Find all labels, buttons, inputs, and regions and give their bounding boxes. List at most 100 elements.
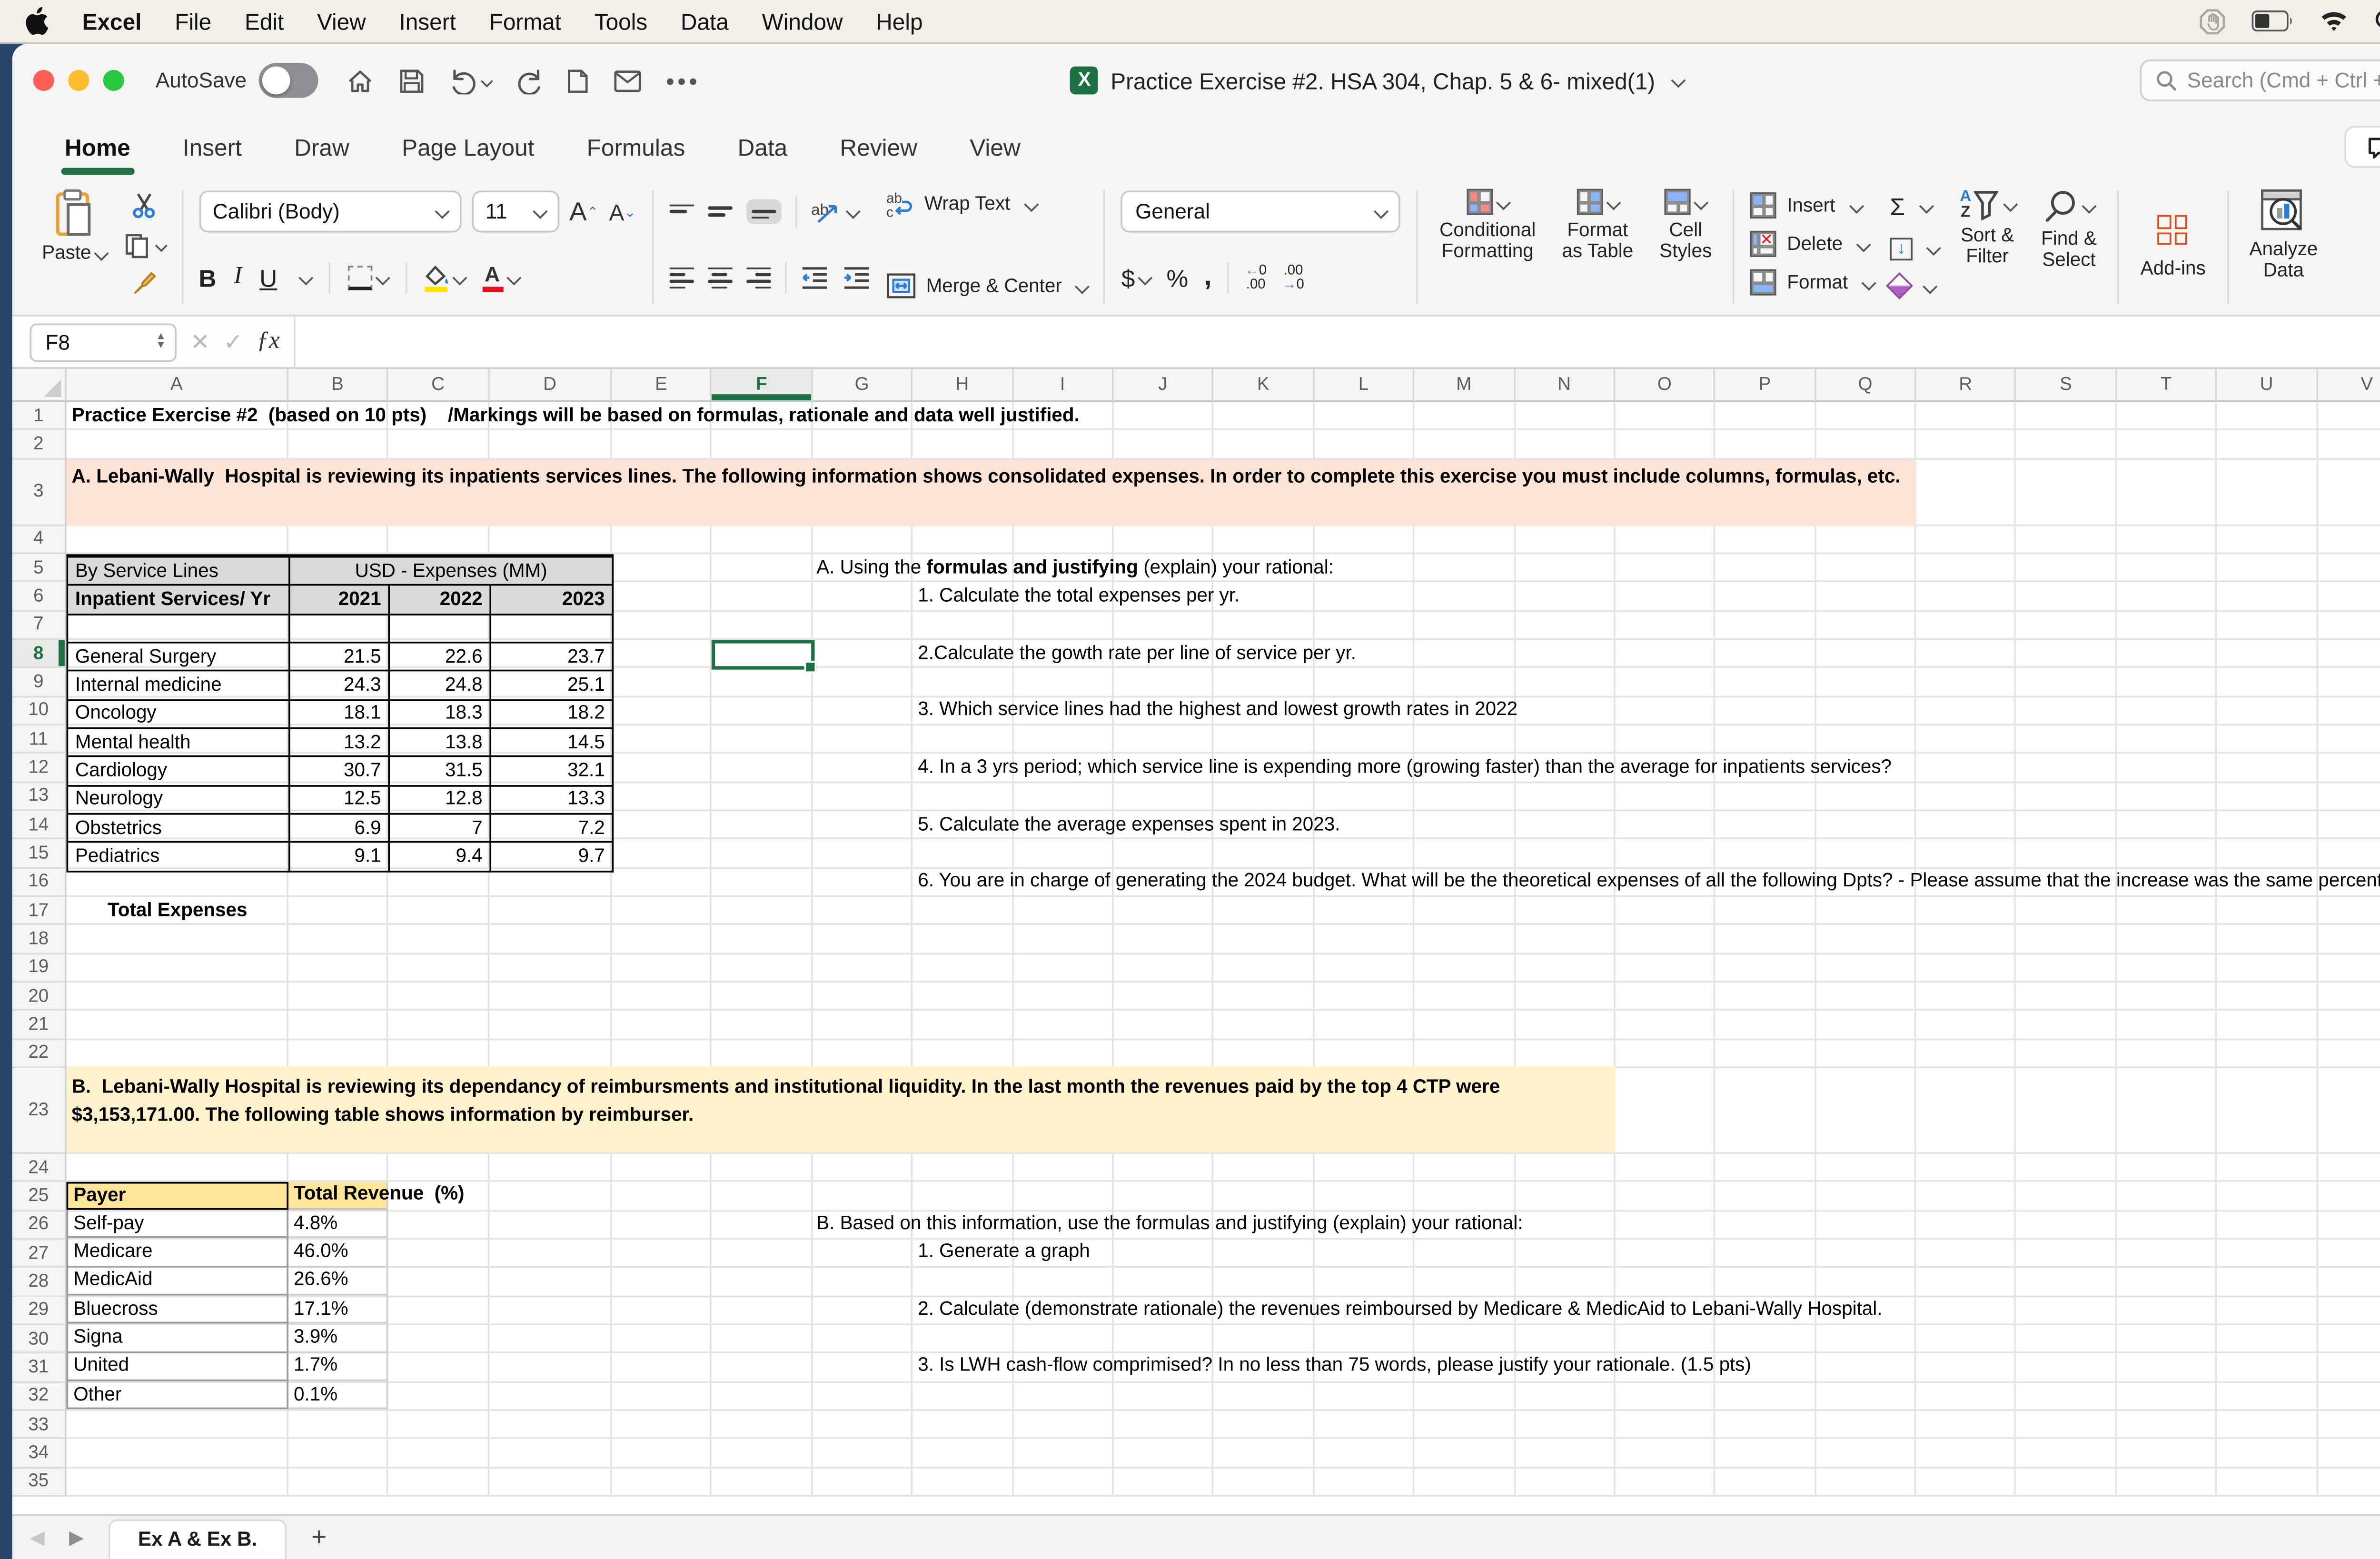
cell-I34[interactable] xyxy=(1013,1439,1114,1468)
cell-S7[interactable] xyxy=(2016,611,2117,640)
enter-icon[interactable]: ✓ xyxy=(224,328,243,356)
cell-C19[interactable] xyxy=(388,953,490,983)
cell-S28[interactable] xyxy=(2016,1268,2117,1297)
cell-E32[interactable] xyxy=(612,1382,713,1411)
cell-Q10[interactable] xyxy=(1815,697,1916,726)
cell-L34[interactable] xyxy=(1314,1439,1415,1468)
cell-T6[interactable] xyxy=(2117,583,2218,612)
cell-K28[interactable] xyxy=(1214,1268,1314,1297)
battery-icon[interactable] xyxy=(2251,10,2293,32)
cell-N17[interactable] xyxy=(1515,896,1616,925)
cell-P22[interactable] xyxy=(1716,1039,1816,1068)
cell-R13[interactable] xyxy=(1916,782,2017,811)
questions-b-header[interactable]: B. Based on this information, use the fo… xyxy=(816,1210,1523,1238)
column-header-H[interactable]: H xyxy=(912,368,1013,402)
cell-J18[interactable] xyxy=(1113,925,1214,954)
cell-O35[interactable] xyxy=(1615,1468,1716,1497)
cell-V13[interactable] xyxy=(2317,783,2380,811)
cell-T29[interactable] xyxy=(2117,1296,2218,1325)
cell-Q1[interactable] xyxy=(1815,402,1916,431)
cell-D35[interactable] xyxy=(489,1468,612,1497)
cell-Q25[interactable] xyxy=(1815,1182,1916,1211)
cell-I2[interactable] xyxy=(1013,430,1114,459)
cell-V22[interactable] xyxy=(2317,1040,2380,1068)
cell-J7[interactable] xyxy=(1113,611,1214,640)
cell-E5[interactable] xyxy=(612,554,713,583)
borders-button[interactable] xyxy=(347,266,390,290)
cell-T13[interactable] xyxy=(2117,782,2218,811)
cell-O14[interactable] xyxy=(1615,811,1716,840)
cell-T12[interactable] xyxy=(2117,754,2218,783)
row-header-19[interactable]: 19 xyxy=(12,953,67,983)
cell-B4[interactable] xyxy=(288,526,388,555)
column-header-J[interactable]: J xyxy=(1113,368,1214,402)
cell-P21[interactable] xyxy=(1716,1011,1816,1040)
cell-S18[interactable] xyxy=(2016,925,2117,954)
cell-V2[interactable] xyxy=(2317,431,2380,459)
tab-draw[interactable]: Draw xyxy=(291,123,353,170)
cell-T25[interactable] xyxy=(2117,1182,2218,1211)
cell-U9[interactable] xyxy=(2217,668,2318,697)
cell-Q21[interactable] xyxy=(1815,1011,1916,1040)
row-header-33[interactable]: 33 xyxy=(12,1410,67,1440)
cell-K33[interactable] xyxy=(1214,1410,1314,1440)
cell-O8[interactable] xyxy=(1615,640,1716,669)
cell-C21[interactable] xyxy=(388,1011,490,1040)
align-bottom-icon[interactable] xyxy=(746,199,781,225)
column-header-M[interactable]: M xyxy=(1414,368,1515,402)
cell-E11[interactable] xyxy=(612,725,713,755)
cell-E24[interactable] xyxy=(612,1153,713,1182)
cell-D19[interactable] xyxy=(489,953,612,983)
cell-P5[interactable] xyxy=(1716,554,1816,583)
cell-Q14[interactable] xyxy=(1815,811,1916,840)
cell-C30[interactable] xyxy=(388,1325,490,1354)
cell-S27[interactable] xyxy=(2016,1239,2117,1268)
cell-V1[interactable] xyxy=(2317,402,2380,431)
insert-function-icon[interactable]: ƒx xyxy=(257,328,280,356)
cell-N34[interactable] xyxy=(1515,1439,1616,1468)
cell-M1[interactable] xyxy=(1414,402,1515,431)
cell-R35[interactable] xyxy=(1916,1468,2017,1497)
cell-M15[interactable] xyxy=(1414,839,1515,868)
row-header-8[interactable]: 8 xyxy=(12,640,67,669)
cell-H35[interactable] xyxy=(912,1468,1013,1497)
cell-K1[interactable] xyxy=(1214,402,1314,431)
cell-S30[interactable] xyxy=(2016,1325,2117,1354)
cell-M22[interactable] xyxy=(1414,1039,1515,1068)
cell-D34[interactable] xyxy=(489,1439,612,1468)
prev-sheet-icon[interactable]: ◀ xyxy=(30,1526,44,1549)
cell-T24[interactable] xyxy=(2117,1153,2218,1182)
cell-F31[interactable] xyxy=(712,1353,813,1382)
cell-G6[interactable] xyxy=(813,583,913,612)
cell-O1[interactable] xyxy=(1615,402,1716,431)
cell-T3[interactable] xyxy=(2117,459,2218,526)
cell-L28[interactable] xyxy=(1314,1268,1415,1297)
cell-H34[interactable] xyxy=(912,1439,1013,1468)
cell-a1-text[interactable]: Practice Exercise #2 (based on 10 pts) /… xyxy=(72,402,1080,431)
cell-F13[interactable] xyxy=(712,782,813,811)
cell-U14[interactable] xyxy=(2217,811,2318,840)
cell-O6[interactable] xyxy=(1615,583,1716,612)
cell-M17[interactable] xyxy=(1414,896,1515,925)
menu-excel[interactable]: Excel xyxy=(82,8,142,34)
cell-N30[interactable] xyxy=(1515,1325,1616,1354)
cell-J13[interactable] xyxy=(1113,782,1214,811)
cell-R8[interactable] xyxy=(1916,640,2017,669)
cell-Q33[interactable] xyxy=(1815,1410,1916,1440)
currency-format-button[interactable]: $ xyxy=(1121,264,1153,292)
column-header-N[interactable]: N xyxy=(1515,368,1616,402)
cell-P2[interactable] xyxy=(1716,430,1816,459)
minimize-window-button[interactable] xyxy=(68,70,89,91)
cell-O10[interactable] xyxy=(1615,697,1716,726)
cell-U25[interactable] xyxy=(2217,1182,2318,1211)
number-format-select[interactable]: General xyxy=(1121,190,1401,233)
document-title[interactable]: Practice Exercise #2. HSA 304, Chap. 5 &… xyxy=(1111,67,1655,93)
cell-C34[interactable] xyxy=(388,1439,490,1468)
cell-I7[interactable] xyxy=(1013,611,1114,640)
cell-F6[interactable] xyxy=(712,583,813,612)
cell-K21[interactable] xyxy=(1214,1011,1314,1040)
cell-Q18[interactable] xyxy=(1815,925,1916,954)
cell-O15[interactable] xyxy=(1615,839,1716,868)
cell-R26[interactable] xyxy=(1916,1211,2017,1240)
format-cells-button[interactable]: Format xyxy=(1750,269,1876,296)
